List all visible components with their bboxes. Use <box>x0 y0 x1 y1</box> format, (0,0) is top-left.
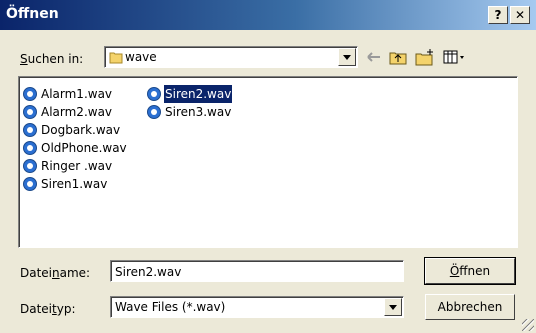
lookin-folder: wave <box>125 50 157 64</box>
open-button[interactable]: Öffnen <box>424 257 516 285</box>
audio-file-icon <box>23 105 37 119</box>
audio-file-icon <box>147 105 161 119</box>
audio-file-icon <box>23 141 37 155</box>
window-title: Öffnen <box>6 6 59 22</box>
help-button[interactable]: ? <box>488 6 508 24</box>
audio-file-icon <box>147 87 161 101</box>
folder-icon <box>109 52 123 64</box>
audio-file-icon <box>23 159 37 173</box>
back-arrow-icon[interactable] <box>364 48 384 66</box>
resize-grip[interactable] <box>522 319 534 331</box>
cancel-button[interactable]: Abbrechen <box>425 294 515 320</box>
filetype-label: Dateityp: <box>20 302 76 316</box>
lookin-combo[interactable]: wave <box>104 46 358 68</box>
audio-file-icon <box>23 177 37 191</box>
view-menu-icon[interactable] <box>442 48 466 66</box>
title-bar: Öffnen ? ✕ <box>0 0 536 30</box>
file-list[interactable]: Alarm1.wav Alarm2.wav Dogbark.wav OldPho… <box>18 76 518 248</box>
close-button[interactable]: ✕ <box>510 6 530 24</box>
audio-file-icon <box>23 87 37 101</box>
lookin-label: Suchen in: <box>20 52 84 66</box>
folder-up-icon[interactable] <box>388 48 408 66</box>
close-icon: ✕ <box>514 8 526 22</box>
audio-file-icon <box>23 123 37 137</box>
new-folder-icon[interactable] <box>414 48 434 66</box>
filename-field[interactable]: Siren2.wav <box>110 260 404 282</box>
filetype-select[interactable]: Wave Files (*.wav) <box>110 296 404 318</box>
lookin-dropdown-button[interactable] <box>338 48 356 66</box>
filename-label: Dateiname: <box>20 266 91 280</box>
filetype-dropdown-button[interactable] <box>384 298 402 316</box>
